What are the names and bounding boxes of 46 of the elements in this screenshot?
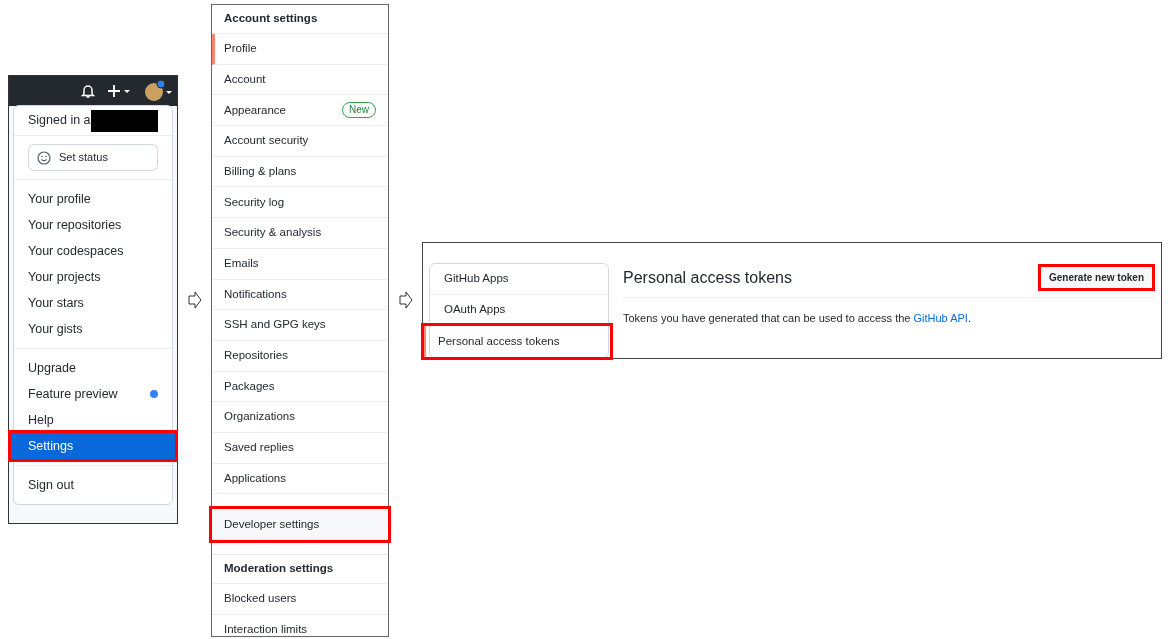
menu-item[interactable]: Help: [14, 407, 172, 433]
menu-item[interactable]: Your repositories: [14, 212, 172, 238]
menu-item[interactable]: Your stars: [14, 290, 172, 316]
menu-item[interactable]: Upgrade: [14, 355, 172, 381]
sidebar-item[interactable]: Blocked users: [212, 584, 388, 615]
sidebar-item[interactable]: Appearance New: [212, 95, 388, 127]
plus-dropdown-icon[interactable]: [107, 84, 131, 98]
sidebar-item[interactable]: Saved replies: [212, 432, 388, 464]
signed-in-text: Signed in a: [28, 112, 91, 130]
menu-item[interactable]: Your profile: [14, 186, 172, 212]
menu-item[interactable]: Feature preview: [14, 381, 172, 407]
section-heading: Moderation settings: [212, 555, 388, 584]
page-title: Personal access tokens: [623, 267, 792, 288]
nav-item[interactable]: GitHub Apps: [430, 264, 608, 295]
menu-item[interactable]: Settings: [11, 433, 175, 459]
smiley-icon: [37, 150, 51, 165]
menu-item[interactable]: Your gists: [14, 316, 172, 342]
sidebar-item[interactable]: Account: [212, 64, 388, 96]
sidebar-item[interactable]: SSH and GPG keys: [212, 310, 388, 341]
sidebar-item[interactable]: Interaction limits: [212, 614, 388, 636]
sidebar-item[interactable]: Packages: [212, 371, 388, 403]
bell-icon[interactable]: [81, 83, 95, 99]
section-heading: Account settings: [212, 5, 388, 34]
nav-item[interactable]: OAuth Apps: [430, 295, 608, 326]
sidebar-item[interactable]: Applications: [212, 463, 388, 495]
sidebar-item[interactable]: Security log: [212, 187, 388, 219]
set-status-button[interactable]: Set status: [28, 144, 158, 171]
tokens-description: Tokens you have generated that can be used to access the GitHub API.: [623, 311, 972, 326]
sidebar-item[interactable]: Developer settings: [212, 509, 388, 540]
github-api-link[interactable]: GitHub API: [913, 312, 968, 324]
sidebar-item[interactable]: Profile: [212, 34, 388, 65]
menu-item[interactable]: Your codespaces: [14, 238, 172, 264]
menu-item[interactable]: Your projects: [14, 264, 172, 290]
menu-item[interactable]: Sign out: [14, 472, 172, 498]
nav-item[interactable]: Personal access tokens: [424, 326, 610, 357]
generate-token-button[interactable]: Generate new token: [1037, 264, 1155, 291]
arrow-right-icon: [187, 291, 202, 309]
sidebar-item[interactable]: Account security: [212, 126, 388, 157]
sidebar-item[interactable]: Emails: [212, 248, 388, 280]
sidebar-item[interactable]: Notifications: [212, 279, 388, 311]
sidebar-item[interactable]: Security & analysis: [212, 218, 388, 249]
sidebar-item[interactable]: Repositories: [212, 340, 388, 372]
avatar-dropdown-icon[interactable]: [143, 79, 173, 103]
arrow-right-icon: [398, 291, 413, 309]
sidebar-item[interactable]: Organizations: [212, 402, 388, 433]
sidebar-item[interactable]: Billing & plans: [212, 156, 388, 188]
